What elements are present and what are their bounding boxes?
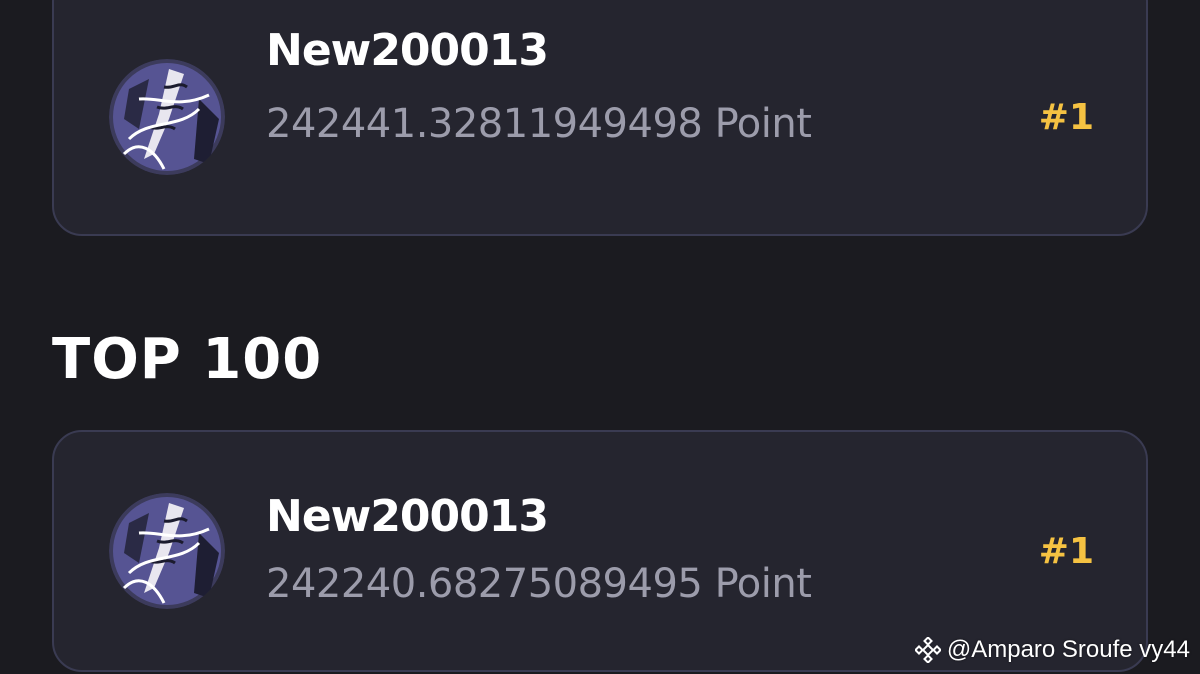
points-value: 242240.68275089495 Point xyxy=(266,561,812,607)
username: New200013 xyxy=(266,491,549,542)
section-title: TOP 100 xyxy=(52,327,323,392)
anime-character-avatar-icon xyxy=(109,493,225,609)
rank-badge: #1 xyxy=(1038,531,1094,572)
binance-logo-icon xyxy=(914,637,941,663)
user-avatar xyxy=(109,493,225,609)
anime-character-avatar-icon xyxy=(109,59,225,175)
rank-badge: #1 xyxy=(1038,97,1094,138)
user-avatar xyxy=(109,59,225,175)
watermark: @Amparo Sroufe vy44 xyxy=(914,636,1190,664)
username: New200013 xyxy=(266,25,549,76)
watermark-text: @Amparo Sroufe vy44 xyxy=(946,636,1190,663)
my-rank-card: New200013 242441.32811949498 Point #1 xyxy=(52,0,1148,236)
points-value: 242441.32811949498 Point xyxy=(266,101,812,147)
